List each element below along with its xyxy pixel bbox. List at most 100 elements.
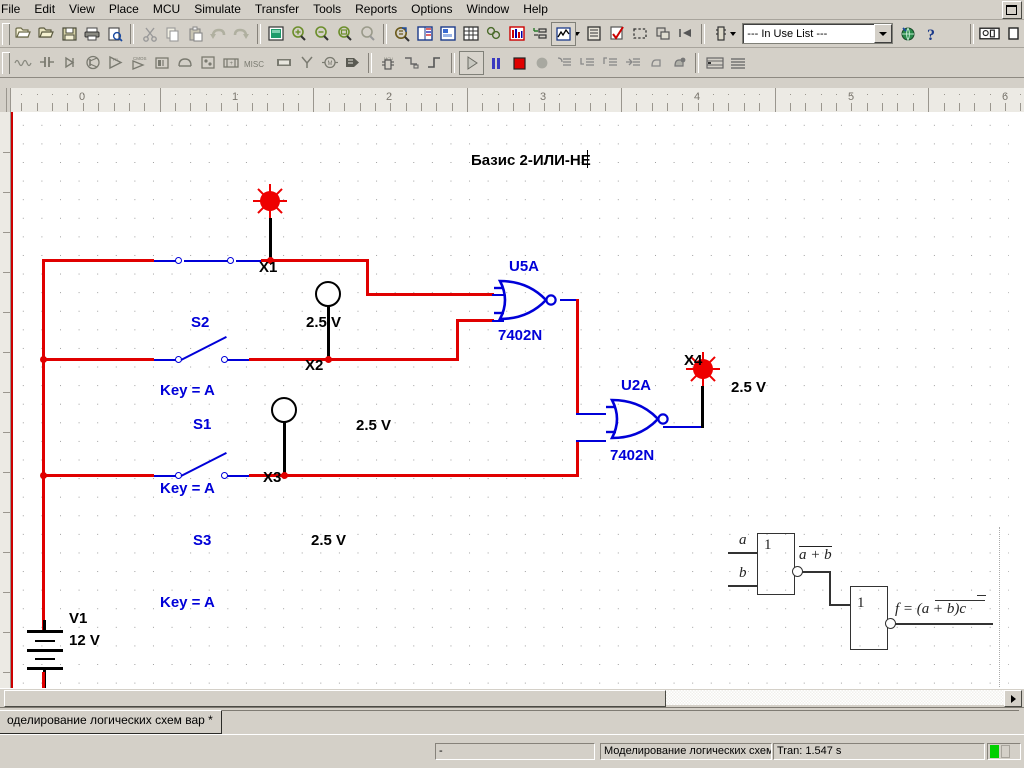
lamp-x2[interactable]	[315, 281, 341, 307]
help-question-icon[interactable]: ?	[919, 23, 942, 45]
spreadsheet-view-icon[interactable]	[414, 23, 437, 45]
stop-icon[interactable]	[507, 52, 530, 74]
wire-s2-blade[interactable]	[184, 260, 230, 262]
cmos-icon[interactable]	[150, 52, 173, 74]
nor-gate-u5a-label[interactable]: U5A	[509, 258, 539, 275]
forward-annotate-icon[interactable]	[675, 23, 698, 45]
analysis-graph-icon[interactable]	[551, 22, 576, 46]
component-wizard-icon[interactable]	[709, 23, 732, 45]
menu-item-window[interactable]: Window	[460, 0, 517, 19]
run-icon[interactable]	[459, 51, 484, 75]
menu-item-simulate[interactable]: Simulate	[187, 0, 248, 19]
menu-item-help[interactable]: Help	[516, 0, 555, 19]
menu-item-view[interactable]: View	[62, 0, 102, 19]
save-icon[interactable]	[58, 23, 81, 45]
globe-icon[interactable]	[896, 23, 919, 45]
wire-s2-left[interactable]	[42, 259, 154, 262]
wire-u5a-out-down[interactable]	[576, 299, 579, 415]
capture-area-icon[interactable]	[629, 23, 652, 45]
wire-s1-right[interactable]	[249, 358, 459, 361]
nor-gate-u2a-partnumber[interactable]: 7402N	[610, 447, 654, 464]
menu-item-options[interactable]: Options	[404, 0, 459, 19]
step-signal-icon[interactable]	[422, 52, 445, 74]
schematic-canvas[interactable]: Базис 2-ИЛИ-НЕ	[11, 112, 1009, 688]
wire-s1-left[interactable]	[42, 358, 154, 361]
menu-item-tools[interactable]: Tools	[306, 0, 348, 19]
lamp-x2-label[interactable]: X2	[305, 357, 323, 374]
show-memory-icon[interactable]	[703, 52, 726, 74]
record-icon[interactable]	[530, 52, 553, 74]
toolbar-grip[interactable]	[2, 52, 10, 74]
wire-u2a-in2-up[interactable]	[576, 440, 579, 477]
zoom-out-icon[interactable]	[310, 23, 333, 45]
scrollbar-thumb[interactable]	[4, 690, 666, 707]
lamp-x1-voltage[interactable]: 2.5 V	[306, 314, 341, 331]
wire-s2-blue-right[interactable]	[236, 260, 261, 262]
toggle-breakpoint-icon[interactable]	[645, 52, 668, 74]
battery-v1-label[interactable]: V1	[69, 610, 87, 627]
cut-icon[interactable]	[138, 23, 161, 45]
lamp-x3-voltage[interactable]: 2.5 V	[311, 532, 346, 549]
print-icon[interactable]	[81, 23, 104, 45]
wire-battery-to-ground[interactable]	[42, 672, 45, 688]
menu-item-reports[interactable]: Reports	[348, 0, 404, 19]
wire-s3-right[interactable]	[249, 474, 579, 477]
nor-gate-u2a-label[interactable]: U2A	[621, 377, 651, 394]
source-icon[interactable]	[12, 52, 35, 74]
diode-icon[interactable]	[58, 52, 81, 74]
wire-x4-drop[interactable]	[701, 386, 704, 428]
mixed-component-icon[interactable]	[196, 52, 219, 74]
nor-gate-u5a[interactable]	[494, 275, 566, 325]
menu-item-place[interactable]: Place	[102, 0, 146, 19]
undo-icon[interactable]	[207, 23, 230, 45]
switch-s2-label[interactable]: S2	[191, 314, 209, 331]
ladder-icon[interactable]	[528, 23, 551, 45]
zoom-area-icon[interactable]	[333, 23, 356, 45]
zoom-in-icon[interactable]	[288, 23, 311, 45]
print-preview-icon[interactable]	[103, 23, 126, 45]
ttl-icon[interactable]: CMOS	[127, 52, 150, 74]
run-to-cursor-icon[interactable]	[622, 52, 645, 74]
in-use-list-icon[interactable]	[483, 23, 506, 45]
switch-s1-terminal-right[interactable]	[221, 356, 228, 363]
logic-interconnect-h1[interactable]	[802, 571, 830, 573]
switch-s1-label[interactable]: S1	[193, 416, 211, 433]
schematic-title-text[interactable]: Базис 2-ИЛИ-НЕ	[471, 152, 591, 169]
battery-v1-value[interactable]: 12 V	[69, 632, 100, 649]
wire-u2a-in1-blue[interactable]	[576, 413, 606, 415]
grapher-icon[interactable]	[1001, 23, 1024, 45]
in-use-list-dropdown-button[interactable]	[874, 24, 892, 43]
wire-u5a-in2-right[interactable]	[456, 319, 494, 322]
scrollbar-track[interactable]	[666, 690, 1006, 705]
indicator-icon[interactable]: +	[219, 52, 242, 74]
in-use-list-combo[interactable]: --- In Use List ---	[742, 23, 893, 44]
wire-u2a-in2-blue[interactable]	[576, 440, 606, 442]
basic-component-icon[interactable]	[35, 52, 58, 74]
menu-item-edit[interactable]: Edit	[27, 0, 62, 19]
lamp-x1-label[interactable]: X1	[259, 259, 277, 276]
open-folder-icon[interactable]	[35, 23, 58, 45]
wire-u5a-in2-up[interactable]	[456, 319, 459, 361]
step-out-icon[interactable]	[599, 52, 622, 74]
menu-item-mcu[interactable]: MCU	[146, 0, 187, 19]
lamp-x3-label[interactable]: X3	[263, 469, 281, 486]
scroll-right-arrow-icon[interactable]	[1004, 690, 1022, 707]
logic-output-wire[interactable]	[895, 623, 993, 625]
switch-s3-terminal-right[interactable]	[221, 472, 228, 479]
lamp-x2-voltage[interactable]: 2.5 V	[356, 417, 391, 434]
nor-gate-u2a[interactable]	[606, 394, 678, 444]
menu-item-file[interactable]: File	[0, 0, 27, 19]
mcu-module-icon[interactable]	[341, 52, 364, 74]
logic-gate-2-box-main[interactable]	[850, 586, 888, 650]
lamp-x3[interactable]	[271, 397, 297, 423]
switch-s2-terminal-left[interactable]	[175, 257, 182, 264]
redo-icon[interactable]	[230, 23, 253, 45]
measurement-probe-icon[interactable]	[978, 23, 1001, 45]
hierarchical-block-icon[interactable]: MCU	[376, 52, 399, 74]
erc-check-icon[interactable]	[606, 23, 629, 45]
horizontal-scrollbar[interactable]	[0, 688, 1024, 707]
wire-u5a-in1-down[interactable]	[366, 259, 369, 295]
switch-s1-key-label[interactable]: Key = A	[160, 480, 215, 497]
document-tab[interactable]: оделирование логических схем вар *	[0, 710, 222, 734]
paste-icon[interactable]	[184, 23, 207, 45]
